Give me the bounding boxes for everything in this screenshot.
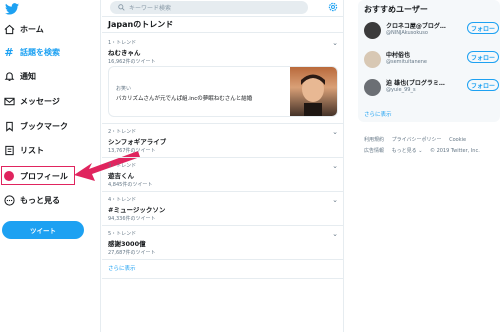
trend-count: 16,962件のツイート (108, 59, 156, 65)
nav-messages-label: メッセージ (20, 96, 60, 106)
trends-title: Japanのトレンド (108, 20, 174, 29)
user-handle: @semituitanene (386, 59, 427, 65)
nav-messages[interactable]: メッセージ (3, 92, 60, 110)
bookmark-icon (3, 120, 15, 132)
user-handle: @NINJAkusokuso (386, 30, 428, 36)
chevron-down-icon[interactable]: ⌄ (332, 230, 338, 238)
nav-lists[interactable]: リスト (3, 141, 44, 159)
nav-explore[interactable]: # 話題を検索 (3, 43, 60, 61)
recommend-more-link[interactable]: さらに表示 (364, 110, 392, 118)
trend-count: 4,845件のツイート (108, 182, 153, 188)
trend-item[interactable]: 4・トレンド #ミュージックソン 94,336件のツイート ⌄ (108, 196, 338, 222)
nav-bookmarks-label: ブックマーク (20, 121, 68, 131)
avatar (364, 22, 381, 39)
twitter-logo-icon[interactable] (5, 3, 19, 15)
nav-notifications-label: 通知 (20, 71, 36, 81)
nav-notifications[interactable]: 通知 (3, 67, 36, 85)
nav-profile-label: プロフィール (20, 171, 68, 181)
chevron-down-icon[interactable]: ⌄ (332, 162, 338, 170)
trend-news-card[interactable]: お笑い バカリズムさんが元でんぱ組.incの夢眠ねむさんと結婚 (108, 66, 338, 117)
envelope-icon (3, 95, 15, 107)
list-icon (3, 144, 15, 156)
footer-link[interactable]: もっと見る ⌄ (392, 148, 423, 154)
nav-lists-label: リスト (20, 145, 44, 155)
nav-profile[interactable]: プロフィール (3, 167, 68, 185)
footer-link[interactable]: 広告情報 (364, 148, 384, 154)
trend-rank: 2・トレンド (108, 129, 137, 135)
bell-icon (3, 70, 15, 82)
chevron-down-icon[interactable]: ⌄ (332, 128, 338, 136)
trend-count: 27,687件のツイート (108, 250, 156, 256)
trend-item[interactable]: 1・トレンド ねむきゃん 16,962件のツイート ⌄ (108, 39, 338, 65)
sidebar-right: おすすめユーザー クロネコ屋@ブログ… @NINJAkusokuso フォロー … (350, 0, 500, 332)
nav-more-label: もっと見る (20, 195, 60, 205)
trend-rank: 1・トレンド (108, 40, 137, 46)
trend-rank: 3・トレンド (108, 163, 137, 169)
user-handle: @yuie_99_s (386, 87, 416, 93)
tweet-button[interactable]: ツイート (2, 221, 84, 239)
trend-item[interactable]: 5・トレンド 感謝3000億 27,687件のツイート ⌄ (108, 230, 338, 256)
home-icon (3, 23, 15, 35)
nav-home[interactable]: ホーム (3, 20, 44, 38)
trend-item[interactable]: 3・トレンド 遊吉くん 4,845件のツイート ⌄ (108, 162, 338, 188)
trend-name: ねむきゃん (108, 49, 141, 57)
search-input[interactable]: キーワード検索 (129, 3, 171, 12)
user-name: 中村俗也 (386, 52, 411, 59)
footer-link[interactable]: Cookie (449, 137, 466, 143)
chevron-down-icon[interactable]: ⌄ (332, 39, 338, 47)
trend-name: #ミュージックソン (108, 206, 166, 214)
trends-column: キーワード検索 Japanのトレンド 1・トレンド ねむきゃん 16,962件の… (102, 0, 344, 332)
card-headline: バカリズムさんが元でんぱ組.incの夢眠ねむさんと結婚 (116, 96, 253, 102)
follow-button[interactable]: フォロー (467, 51, 499, 63)
trend-name: 遊吉くん (108, 172, 134, 180)
search-bar[interactable]: キーワード検索 (110, 1, 308, 14)
user-name: 迫 雄也(ブログラミ… (386, 80, 445, 87)
card-thumbnail (290, 67, 337, 116)
copyright-text: © 2019 Twitter, Inc. (429, 148, 480, 154)
trend-name: シンフォギアライブ (108, 138, 167, 146)
chevron-down-icon[interactable]: ⌄ (332, 196, 338, 204)
gear-icon[interactable] (327, 1, 339, 13)
nav-more[interactable]: もっと見る (3, 191, 60, 209)
user-suggestion[interactable]: 中村俗也 @semituitanene フォロー (364, 49, 500, 73)
footer-links-row1: 利用規約 プライバシーポリシー Cookie (364, 136, 472, 143)
trend-rank: 4・トレンド (108, 197, 137, 203)
nav-home-label: ホーム (20, 24, 44, 34)
user-suggestion[interactable]: クロネコ屋@ブログ… @NINJAkusokuso フォロー (364, 20, 500, 44)
follow-button[interactable]: フォロー (467, 79, 499, 91)
trend-item[interactable]: 2・トレンド シンフォギアライブ 13,767件のツイート ⌄ (108, 128, 338, 154)
footer-link[interactable]: 利用規約 (364, 137, 384, 143)
search-icon (118, 4, 125, 11)
avatar (364, 51, 381, 68)
hashtag-icon: # (4, 45, 14, 59)
trend-name: 感謝3000億 (108, 240, 146, 248)
trend-rank: 5・トレンド (108, 231, 137, 237)
follow-button[interactable]: フォロー (467, 22, 499, 34)
trends-more-link[interactable]: さらに表示 (108, 264, 136, 272)
more-icon (3, 194, 15, 206)
nav-explore-label: 話題を検索 (20, 47, 60, 57)
avatar (364, 79, 381, 96)
trend-count: 13,767件のツイート (108, 148, 156, 154)
avatar-icon (3, 170, 15, 182)
user-name: クロネコ屋@ブログ… (386, 23, 446, 30)
recommend-title: おすすめユーザー (364, 5, 428, 14)
card-category: お笑い (116, 86, 132, 92)
user-suggestion[interactable]: 迫 雄也(ブログラミ… @yuie_99_s フォロー (364, 77, 500, 101)
footer-link[interactable]: プライバシーポリシー (392, 137, 442, 143)
trend-count: 94,336件のツイート (108, 216, 156, 222)
footer-links-row2: 広告情報 もっと見る ⌄ © 2019 Twitter, Inc. (364, 147, 486, 154)
nav-bookmarks[interactable]: ブックマーク (3, 117, 68, 135)
